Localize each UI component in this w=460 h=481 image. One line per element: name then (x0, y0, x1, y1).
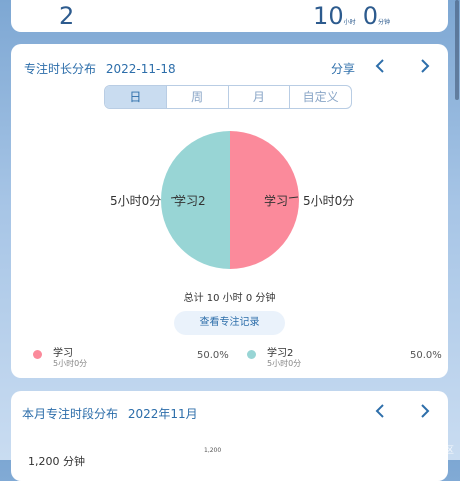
total-duration: 10小时 0分钟 (313, 2, 390, 30)
legend-pct-study: 50.0% (197, 350, 229, 361)
view-records-button[interactable]: 查看专注记录 (174, 311, 285, 335)
legend-dot-study (33, 350, 42, 359)
month-chevron-left-icon[interactable] (371, 401, 391, 421)
month-card-title: 本月专注时段分布 2022年11月 (22, 405, 198, 422)
minutes-value: 0 (362, 2, 378, 30)
legend-pct-study2: 50.0% (410, 350, 442, 361)
slice-label-left-value: 5小时0分 (110, 194, 162, 208)
legend-sub-study: 5小时0分 (53, 359, 88, 368)
legend-sub-study2: 5小时0分 (267, 359, 302, 368)
slice-label-left-name: 学习2 (174, 194, 206, 208)
legend-dot-study2 (247, 350, 256, 359)
legend-name-study2: 学习2 (267, 348, 294, 359)
month-card-month: 2022年11月 (127, 407, 198, 421)
slice-label-right-name: 学习 (264, 194, 289, 208)
scrollbar[interactable] (455, 0, 459, 100)
legend-name-study: 学习 (53, 348, 73, 359)
focus-distribution-card: 专注时长分布 2022-11-18 分享 日 周 月 自定义 5小时0分 学习2… (11, 44, 448, 378)
left-count: 2 (59, 2, 75, 30)
monthly-distribution-card: 本月专注时段分布 2022年11月 1,200 1,200 分钟 (11, 391, 448, 481)
total-text: 总计 10 小时 0 分钟 (183, 293, 276, 304)
watermark: @稀土掘金技术社区 (372, 446, 454, 456)
month-card-title-text: 本月专注时段分布 (22, 407, 119, 421)
slice-label-right-value: 5小时0分 (303, 194, 355, 208)
summary-card: 2 10小时 0分钟 (11, 0, 448, 32)
month-ylabel: 1,200 分钟 (28, 455, 85, 468)
month-chevron-right-icon[interactable] (414, 401, 434, 421)
hours-value: 10 (313, 2, 344, 30)
tick-top: 1,200 (204, 447, 222, 454)
hours-unit: 小时 (343, 19, 356, 26)
minutes-unit: 分钟 (377, 19, 390, 26)
